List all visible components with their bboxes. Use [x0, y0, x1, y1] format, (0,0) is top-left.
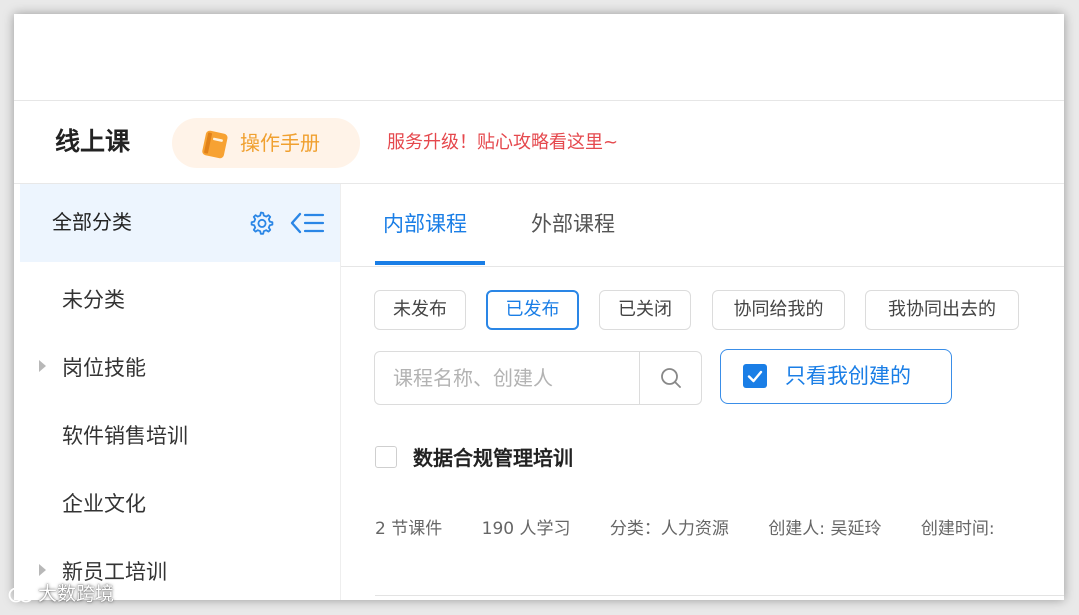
top-bar — [14, 14, 1064, 101]
sidebar-item-corporate-culture[interactable]: 企业文化 — [20, 483, 340, 523]
filter-shared-with-me[interactable]: 协同给我的 — [712, 290, 845, 330]
category-sidebar: 全部分类 未分类 岗位技能 软件销售培训 企业文化 新员工培训 — [20, 184, 340, 600]
tab-external-courses[interactable]: 外部课程 — [531, 210, 615, 238]
app-window: 线上课 操作手册 服务升级！贴心攻略看这里~ 全部分类 未分类 岗位技能 软件销… — [14, 14, 1064, 600]
course-learner-count: 190 人学习 — [481, 519, 571, 539]
expand-caret-icon[interactable] — [39, 360, 46, 372]
tab-internal-courses[interactable]: 内部课程 — [383, 210, 467, 238]
sidebar-item-label: 未分类 — [62, 288, 125, 312]
course-title[interactable]: 数据合规管理培训 — [413, 445, 573, 471]
sidebar-header-all-categories[interactable]: 全部分类 — [20, 184, 340, 262]
active-tab-indicator — [375, 261, 485, 265]
page-title: 线上课 — [55, 127, 131, 156]
collapse-sidebar-icon[interactable] — [290, 210, 326, 236]
expand-caret-icon[interactable] — [39, 564, 46, 576]
sidebar-item-label: 岗位技能 — [62, 356, 146, 380]
watermark: 大数跨境 — [8, 582, 114, 606]
book-icon — [202, 130, 228, 159]
course-content: 内部课程 外部课程 未发布 已发布 已关闭 协同给我的 我协同出去的 课程名称、… — [340, 184, 1064, 600]
only-mine-label: 只看我创建的 — [785, 364, 911, 388]
filter-closed[interactable]: 已关闭 — [599, 290, 691, 330]
search-input[interactable] — [375, 352, 639, 404]
course-select-checkbox[interactable] — [375, 446, 397, 468]
search-box — [374, 351, 702, 405]
course-category: 分类：人力资源 — [609, 519, 729, 539]
checkbox-checked[interactable] — [743, 364, 767, 388]
course-tabs: 内部课程 外部课程 — [341, 184, 1064, 267]
gear-icon[interactable] — [248, 210, 274, 236]
page-header: 线上课 操作手册 服务升级！贴心攻略看这里~ — [14, 101, 1064, 184]
search-icon — [661, 368, 681, 388]
watermark-text: 大数跨境 — [38, 583, 115, 605]
sidebar-item-software-sales-training[interactable]: 软件销售培训 — [20, 415, 340, 455]
course-creator: 创建人: 吴延玲 — [768, 519, 882, 539]
manual-button-label: 操作手册 — [240, 131, 320, 155]
course-created-time: 创建时间: — [920, 519, 995, 539]
notice-link[interactable]: 服务升级！贴心攻略看这里~ — [387, 131, 618, 155]
manual-button[interactable]: 操作手册 — [172, 118, 360, 168]
filter-unpublished[interactable]: 未发布 — [374, 290, 466, 330]
filter-shared-by-me[interactable]: 我协同出去的 — [865, 290, 1019, 330]
course-meta: 2 节课件 190 人学习 分类：人力资源 创建人: 吴延玲 创建时间: — [375, 517, 1029, 541]
sidebar-item-label: 软件销售培训 — [62, 424, 188, 448]
row-divider — [375, 595, 1064, 596]
checkmark-icon — [747, 370, 763, 383]
course-lesson-count: 2 节课件 — [375, 519, 443, 539]
sidebar-item-uncategorized[interactable]: 未分类 — [20, 279, 340, 319]
filter-published[interactable]: 已发布 — [486, 290, 579, 330]
search-button[interactable] — [639, 352, 702, 404]
sidebar-title: 全部分类 — [52, 210, 132, 234]
watermark-logo-icon — [8, 587, 34, 602]
sidebar-item-job-skills[interactable]: 岗位技能 — [20, 347, 340, 387]
only-mine-checkbox[interactable]: 只看我创建的 — [720, 349, 952, 404]
sidebar-item-label: 企业文化 — [62, 492, 146, 516]
